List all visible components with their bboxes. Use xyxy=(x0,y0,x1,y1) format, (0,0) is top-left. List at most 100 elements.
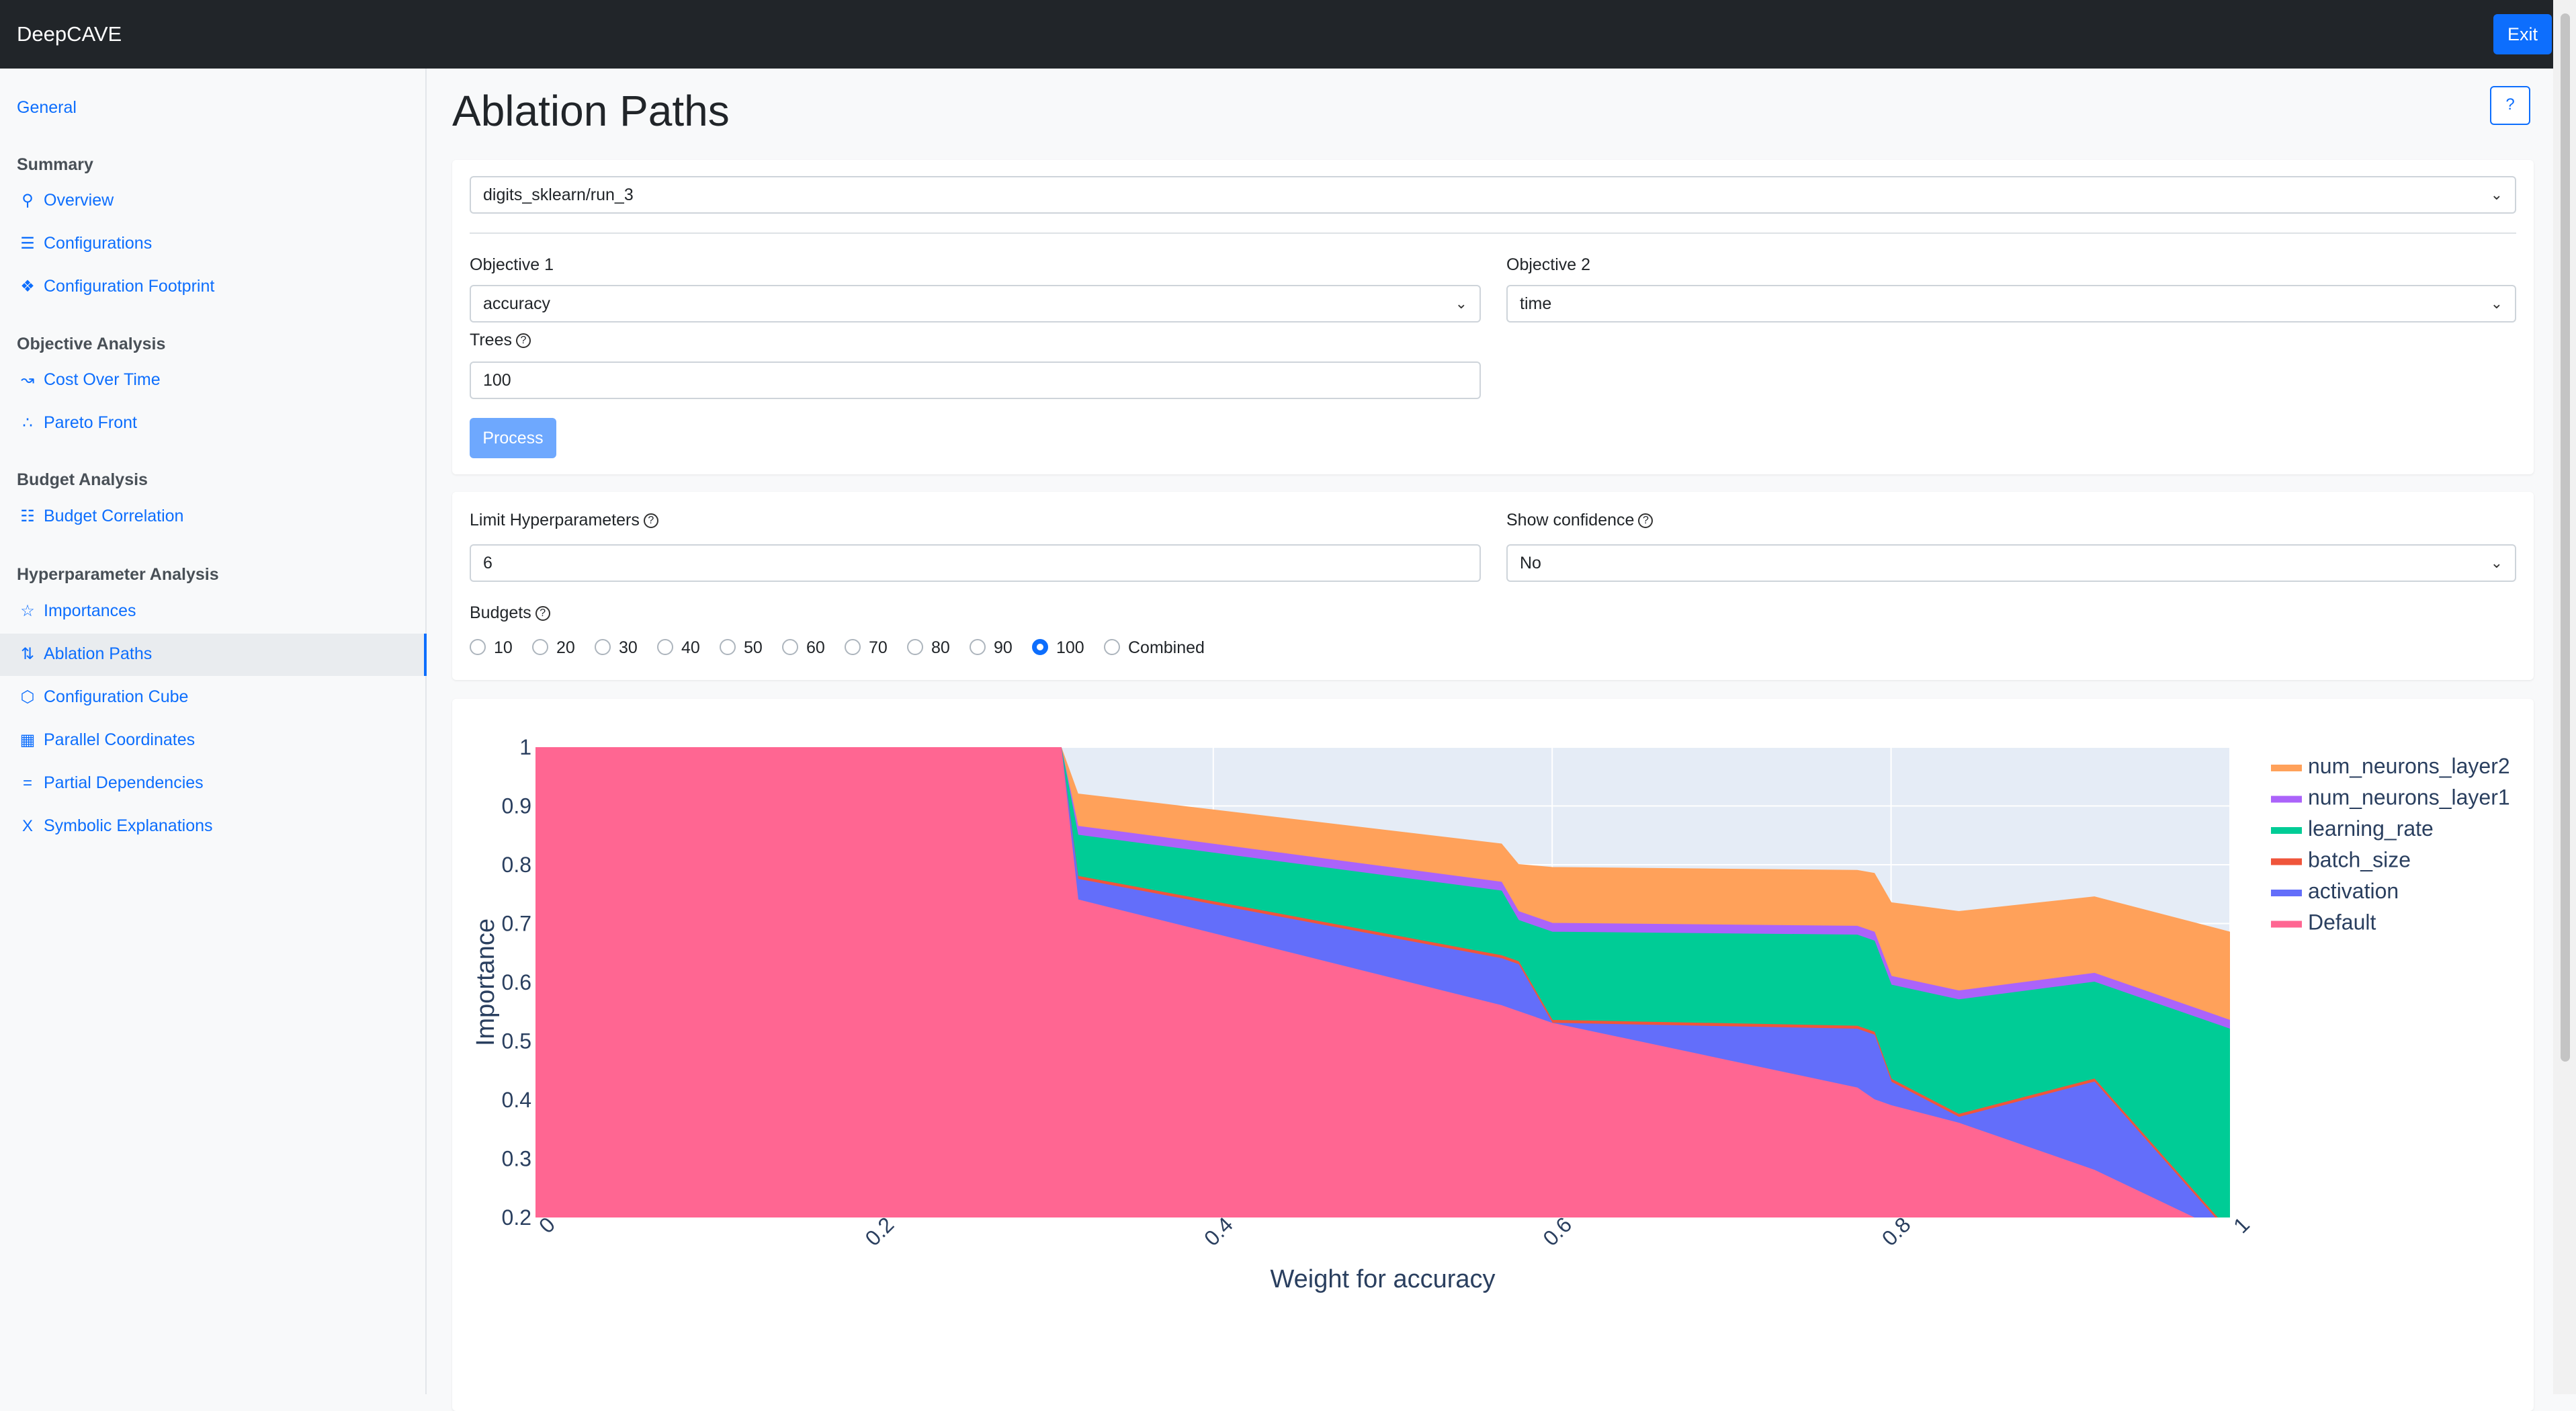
help-circle-icon[interactable]: ? xyxy=(515,333,531,349)
radio-circle[interactable] xyxy=(720,639,736,656)
sidebar-item-symbolic-explanations[interactable]: Χ Symbolic Explanations xyxy=(17,816,213,836)
help-circle-icon[interactable]: ? xyxy=(1638,513,1654,529)
help-button[interactable]: ? xyxy=(2490,86,2530,125)
chevron-down-icon: ⌄ xyxy=(1455,295,1467,312)
budget-radio-70[interactable]: 70 xyxy=(845,638,888,658)
sidebar-item-label: Overview xyxy=(44,191,114,210)
sidebar-item-cost-over-time[interactable]: ↝ Cost Over Time xyxy=(17,370,161,390)
help-circle-icon[interactable]: ? xyxy=(535,606,550,622)
star-icon: ☆ xyxy=(20,602,35,620)
sidebar-item-label: Pareto Front xyxy=(44,413,137,432)
sidebar-item-pareto-front[interactable]: ∴ Pareto Front xyxy=(17,413,137,433)
sidebar-item-label: Importances xyxy=(44,601,136,620)
budget-radio-20[interactable]: 20 xyxy=(532,638,575,658)
x-tick-label: 1 xyxy=(2229,1212,2254,1238)
exit-button[interactable]: Exit xyxy=(2493,14,2552,54)
budget-radio-100[interactable]: 100 xyxy=(1032,638,1084,658)
radio-circle-selected[interactable] xyxy=(1032,639,1048,656)
legend-swatch xyxy=(2271,827,2302,834)
objective2-value: time xyxy=(1520,294,1552,313)
sidebar-item-overview[interactable]: ⚲ Overview xyxy=(17,191,114,210)
budget-radio-80[interactable]: 80 xyxy=(907,638,950,658)
objective1-label: Objective 1 xyxy=(470,255,554,274)
sidebar-item-label: Parallel Coordinates xyxy=(44,730,196,749)
radio-circle[interactable] xyxy=(657,639,673,656)
chevron-down-icon: ⌄ xyxy=(2490,295,2503,312)
sidebar-item-parallel-coordinates[interactable]: ▦ Parallel Coordinates xyxy=(17,730,195,750)
pareto-icon: ∴ xyxy=(22,414,33,432)
show-confidence-label: Show confidence? xyxy=(1506,511,1654,530)
limit-value: 6 xyxy=(483,554,492,572)
radio-circle[interactable] xyxy=(595,639,611,656)
budget-label: 40 xyxy=(681,638,700,657)
radio-circle[interactable] xyxy=(1104,639,1120,656)
y-tick-label: 0.7 xyxy=(502,912,531,936)
process-button[interactable]: Process xyxy=(470,418,556,458)
objective2-label: Objective 2 xyxy=(1506,255,1591,274)
show-confidence-select[interactable]: No ⌄ xyxy=(1506,544,2516,582)
legend-swatch xyxy=(2271,858,2302,865)
y-tick-label: 0.6 xyxy=(502,970,531,994)
sidebar-item-partial-dependencies[interactable]: = Partial Dependencies xyxy=(17,773,204,793)
x-axis-title: Weight for accuracy xyxy=(1270,1265,1495,1293)
sidebar-item-importances[interactable]: ☆ Importances xyxy=(17,601,136,621)
map-icon: ▦ xyxy=(19,731,36,749)
scrollbar-thumb[interactable] xyxy=(2561,13,2570,1062)
radio-circle[interactable] xyxy=(845,639,861,656)
budget-label: 80 xyxy=(931,638,950,657)
sidebar-item-configuration-footprint[interactable]: ❖ Configuration Footprint xyxy=(17,277,214,296)
budget-label: Combined xyxy=(1128,638,1205,657)
sliders-icon: ☰ xyxy=(20,234,35,253)
sidebar-item-general[interactable]: General xyxy=(17,98,77,118)
sidebar-item-budget-correlation[interactable]: ☷ Budget Correlation xyxy=(17,507,183,526)
budget-label: 70 xyxy=(869,638,888,657)
radio-circle[interactable] xyxy=(970,639,986,656)
footprint-icon: ❖ xyxy=(20,277,35,296)
legend-label: learning_rate xyxy=(2308,816,2434,841)
filters-card xyxy=(452,492,2534,680)
budget-radio-60[interactable]: 60 xyxy=(782,638,825,658)
trees-input[interactable]: 100 xyxy=(470,361,1481,399)
trees-label: Trees? xyxy=(470,331,531,350)
radio-circle[interactable] xyxy=(907,639,923,656)
sidebar-item-label: Configuration Cube xyxy=(44,687,189,706)
objective2-select[interactable]: time ⌄ xyxy=(1506,285,2516,323)
sidebar-item-label: Cost Over Time xyxy=(44,370,161,389)
legend-label: num_neurons_layer1 xyxy=(2308,785,2510,810)
objective1-select[interactable]: accuracy ⌄ xyxy=(470,285,1481,323)
sidebar-heading-summary: Summary xyxy=(17,155,93,174)
equals-icon: = xyxy=(22,774,32,792)
app-brand[interactable]: DeepCAVE xyxy=(17,22,122,46)
budget-radio-30[interactable]: 30 xyxy=(595,638,638,658)
sidebar-item-label: Configurations xyxy=(44,234,153,253)
sidebar-item-configuration-cube[interactable]: ⬡ Configuration Cube xyxy=(17,687,189,707)
sidebar-item-ablation-paths[interactable]: ⇅ Ablation Paths xyxy=(17,644,152,664)
search-icon: ⚲ xyxy=(22,191,34,210)
layers-icon: ☷ xyxy=(20,507,35,525)
budget-radio-50[interactable]: 50 xyxy=(720,638,763,658)
budget-radio-90[interactable]: 90 xyxy=(970,638,1013,658)
sidebar-item-configurations[interactable]: ☰ Configurations xyxy=(17,234,152,253)
legend-label: Default xyxy=(2308,910,2376,935)
y-axis-title: Importance xyxy=(472,918,500,1046)
confidence-value: No xyxy=(1520,554,1541,572)
radio-circle[interactable] xyxy=(782,639,798,656)
y-tick-label: 0.4 xyxy=(502,1088,531,1112)
y-tick-label: 0.3 xyxy=(502,1147,531,1171)
sidebar-item-label: Symbolic Explanations xyxy=(44,816,213,835)
sidebar-item-label: Configuration Footprint xyxy=(44,277,215,296)
y-tick-label: 0.5 xyxy=(502,1029,531,1054)
radio-circle[interactable] xyxy=(532,639,548,656)
help-circle-icon[interactable]: ? xyxy=(643,513,658,529)
budget-radio-10[interactable]: 10 xyxy=(470,638,513,658)
divider xyxy=(470,232,2516,234)
run-select[interactable]: digits_sklearn/run_3 ⌄ xyxy=(470,176,2516,214)
radio-circle[interactable] xyxy=(470,639,486,656)
budget-radio-40[interactable]: 40 xyxy=(657,638,700,658)
y-tick-label: 1 xyxy=(519,735,531,759)
limit-hyperparameters-input[interactable]: 6 xyxy=(470,544,1481,582)
legend-label: batch_size xyxy=(2308,848,2411,872)
budget-radio-combined[interactable]: Combined xyxy=(1104,638,1205,658)
legend-label: activation xyxy=(2308,879,2399,903)
legend-swatch xyxy=(2271,890,2302,896)
